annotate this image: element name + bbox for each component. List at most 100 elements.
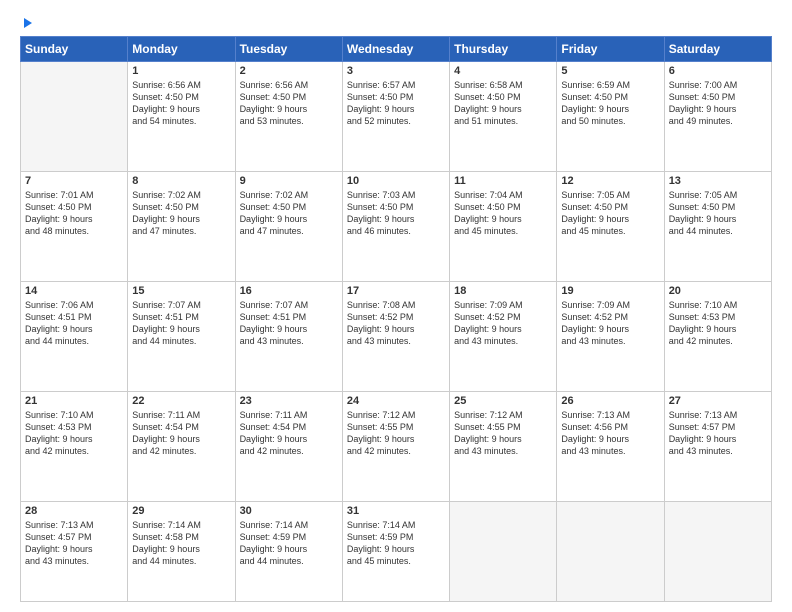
calendar-table: SundayMondayTuesdayWednesdayThursdayFrid… [20, 36, 772, 602]
calendar-cell: 15 Sunrise: 7:07 AM Sunset: 4:51 PM Dayli… [128, 282, 235, 392]
calendar-cell: 21 Sunrise: 7:10 AM Sunset: 4:53 PM Dayli… [21, 392, 128, 502]
calendar-cell: 3 Sunrise: 6:57 AM Sunset: 4:50 PM Daylig… [342, 62, 449, 172]
day-number: 8 [132, 175, 230, 187]
calendar-cell: 30 Sunrise: 7:14 AM Sunset: 4:59 PM Dayli… [235, 502, 342, 602]
day-number: 23 [240, 395, 338, 407]
calendar-cell: 6Sunrise: 7:00 AM Sunset: 4:50 PM Daylig… [664, 62, 771, 172]
day-number: 31 [347, 505, 445, 517]
day-info: Sunrise: 7:11 AM Sunset: 4:54 PM Dayligh… [132, 409, 230, 458]
calendar-cell: 11 Sunrise: 7:04 AM Sunset: 4:50 PM Dayli… [450, 172, 557, 282]
calendar-cell: 27 Sunrise: 7:13 AM Sunset: 4:57 PM Dayli… [664, 392, 771, 502]
calendar-cell: 13 Sunrise: 7:05 AM Sunset: 4:50 PM Dayli… [664, 172, 771, 282]
calendar-cell: 26Sunrise: 7:13 AM Sunset: 4:56 PM Dayli… [557, 392, 664, 502]
day-number: 5 [561, 65, 659, 77]
day-number: 25 [454, 395, 552, 407]
day-info: Sunrise: 7:13 AM Sunset: 4:57 PM Dayligh… [25, 519, 123, 568]
calendar-cell [450, 502, 557, 602]
day-number: 28 [25, 505, 123, 517]
day-info: Sunrise: 7:03 AM Sunset: 4:50 PM Dayligh… [347, 189, 445, 238]
day-info: Sunrise: 6:59 AM Sunset: 4:50 PM Dayligh… [561, 79, 659, 128]
day-number: 15 [132, 285, 230, 297]
calendar-cell [557, 502, 664, 602]
calendar-cell: 25 Sunrise: 7:12 AM Sunset: 4:55 PM Dayli… [450, 392, 557, 502]
page: SundayMondayTuesdayWednesdayThursdayFrid… [0, 0, 792, 612]
weekday-header-row: SundayMondayTuesdayWednesdayThursdayFrid… [21, 37, 772, 62]
calendar-cell [664, 502, 771, 602]
weekday-header-thursday: Thursday [450, 37, 557, 62]
day-number: 20 [669, 285, 767, 297]
day-number: 24 [347, 395, 445, 407]
calendar-cell: 8 Sunrise: 7:02 AM Sunset: 4:50 PM Daylig… [128, 172, 235, 282]
day-info: Sunrise: 7:14 AM Sunset: 4:59 PM Dayligh… [240, 519, 338, 568]
calendar-cell: 29 Sunrise: 7:14 AM Sunset: 4:58 PM Dayli… [128, 502, 235, 602]
day-info: Sunrise: 6:56 AM Sunset: 4:50 PM Dayligh… [240, 79, 338, 128]
logo-arrow-icon [24, 18, 32, 28]
day-number: 6 [669, 65, 767, 77]
day-info: Sunrise: 6:57 AM Sunset: 4:50 PM Dayligh… [347, 79, 445, 128]
calendar-cell: 18 Sunrise: 7:09 AM Sunset: 4:52 PM Dayli… [450, 282, 557, 392]
header [20, 18, 772, 28]
weekday-header-saturday: Saturday [664, 37, 771, 62]
calendar-cell: 2 Sunrise: 6:56 AM Sunset: 4:50 PM Daylig… [235, 62, 342, 172]
day-info: Sunrise: 7:07 AM Sunset: 4:51 PM Dayligh… [240, 299, 338, 348]
calendar-cell: 5 Sunrise: 6:59 AM Sunset: 4:50 PM Daylig… [557, 62, 664, 172]
day-number: 3 [347, 65, 445, 77]
calendar-cell [21, 62, 128, 172]
day-number: 2 [240, 65, 338, 77]
calendar-cell: 16 Sunrise: 7:07 AM Sunset: 4:51 PM Dayli… [235, 282, 342, 392]
day-number: 10 [347, 175, 445, 187]
calendar-cell: 19 Sunrise: 7:09 AM Sunset: 4:52 PM Dayli… [557, 282, 664, 392]
week-row-4: 21 Sunrise: 7:10 AM Sunset: 4:53 PM Dayli… [21, 392, 772, 502]
day-number: 19 [561, 285, 659, 297]
logo [20, 18, 32, 28]
day-number: 30 [240, 505, 338, 517]
day-number: 21 [25, 395, 123, 407]
weekday-header-friday: Friday [557, 37, 664, 62]
day-info: Sunrise: 7:10 AM Sunset: 4:53 PM Dayligh… [669, 299, 767, 348]
day-number: 9 [240, 175, 338, 187]
calendar-cell: 17Sunrise: 7:08 AM Sunset: 4:52 PM Dayli… [342, 282, 449, 392]
day-number: 11 [454, 175, 552, 187]
day-info: Sunrise: 7:02 AM Sunset: 4:50 PM Dayligh… [132, 189, 230, 238]
day-number: 16 [240, 285, 338, 297]
day-number: 13 [669, 175, 767, 187]
calendar-cell: 7Sunrise: 7:01 AM Sunset: 4:50 PM Daylig… [21, 172, 128, 282]
calendar-cell: 22 Sunrise: 7:11 AM Sunset: 4:54 PM Dayli… [128, 392, 235, 502]
day-number: 14 [25, 285, 123, 297]
day-number: 4 [454, 65, 552, 77]
day-number: 27 [669, 395, 767, 407]
calendar-cell: 31 Sunrise: 7:14 AM Sunset: 4:59 PM Dayli… [342, 502, 449, 602]
week-row-5: 28 Sunrise: 7:13 AM Sunset: 4:57 PM Dayli… [21, 502, 772, 602]
day-info: Sunrise: 7:05 AM Sunset: 4:50 PM Dayligh… [669, 189, 767, 238]
week-row-1: 1Sunrise: 6:56 AM Sunset: 4:50 PM Daylig… [21, 62, 772, 172]
day-number: 26 [561, 395, 659, 407]
day-info: Sunrise: 7:09 AM Sunset: 4:52 PM Dayligh… [561, 299, 659, 348]
calendar-cell: 24Sunrise: 7:12 AM Sunset: 4:55 PM Dayli… [342, 392, 449, 502]
weekday-header-wednesday: Wednesday [342, 37, 449, 62]
day-info: Sunrise: 7:07 AM Sunset: 4:51 PM Dayligh… [132, 299, 230, 348]
day-number: 7 [25, 175, 123, 187]
day-info: Sunrise: 6:58 AM Sunset: 4:50 PM Dayligh… [454, 79, 552, 128]
weekday-header-sunday: Sunday [21, 37, 128, 62]
day-info: Sunrise: 7:10 AM Sunset: 4:53 PM Dayligh… [25, 409, 123, 458]
day-info: Sunrise: 7:02 AM Sunset: 4:50 PM Dayligh… [240, 189, 338, 238]
day-info: Sunrise: 6:56 AM Sunset: 4:50 PM Dayligh… [132, 79, 230, 128]
day-info: Sunrise: 7:12 AM Sunset: 4:55 PM Dayligh… [454, 409, 552, 458]
day-number: 22 [132, 395, 230, 407]
calendar-cell: 14 Sunrise: 7:06 AM Sunset: 4:51 PM Dayli… [21, 282, 128, 392]
day-info: Sunrise: 7:04 AM Sunset: 4:50 PM Dayligh… [454, 189, 552, 238]
calendar-cell: 20 Sunrise: 7:10 AM Sunset: 4:53 PM Dayli… [664, 282, 771, 392]
weekday-header-monday: Monday [128, 37, 235, 62]
day-info: Sunrise: 7:06 AM Sunset: 4:51 PM Dayligh… [25, 299, 123, 348]
week-row-2: 7Sunrise: 7:01 AM Sunset: 4:50 PM Daylig… [21, 172, 772, 282]
day-number: 29 [132, 505, 230, 517]
day-info: Sunrise: 7:14 AM Sunset: 4:58 PM Dayligh… [132, 519, 230, 568]
day-info: Sunrise: 7:14 AM Sunset: 4:59 PM Dayligh… [347, 519, 445, 568]
calendar-cell: 1Sunrise: 6:56 AM Sunset: 4:50 PM Daylig… [128, 62, 235, 172]
calendar-cell: 12Sunrise: 7:05 AM Sunset: 4:50 PM Dayli… [557, 172, 664, 282]
day-number: 18 [454, 285, 552, 297]
day-info: Sunrise: 7:09 AM Sunset: 4:52 PM Dayligh… [454, 299, 552, 348]
week-row-3: 14 Sunrise: 7:06 AM Sunset: 4:51 PM Dayli… [21, 282, 772, 392]
day-info: Sunrise: 7:13 AM Sunset: 4:57 PM Dayligh… [669, 409, 767, 458]
day-number: 17 [347, 285, 445, 297]
